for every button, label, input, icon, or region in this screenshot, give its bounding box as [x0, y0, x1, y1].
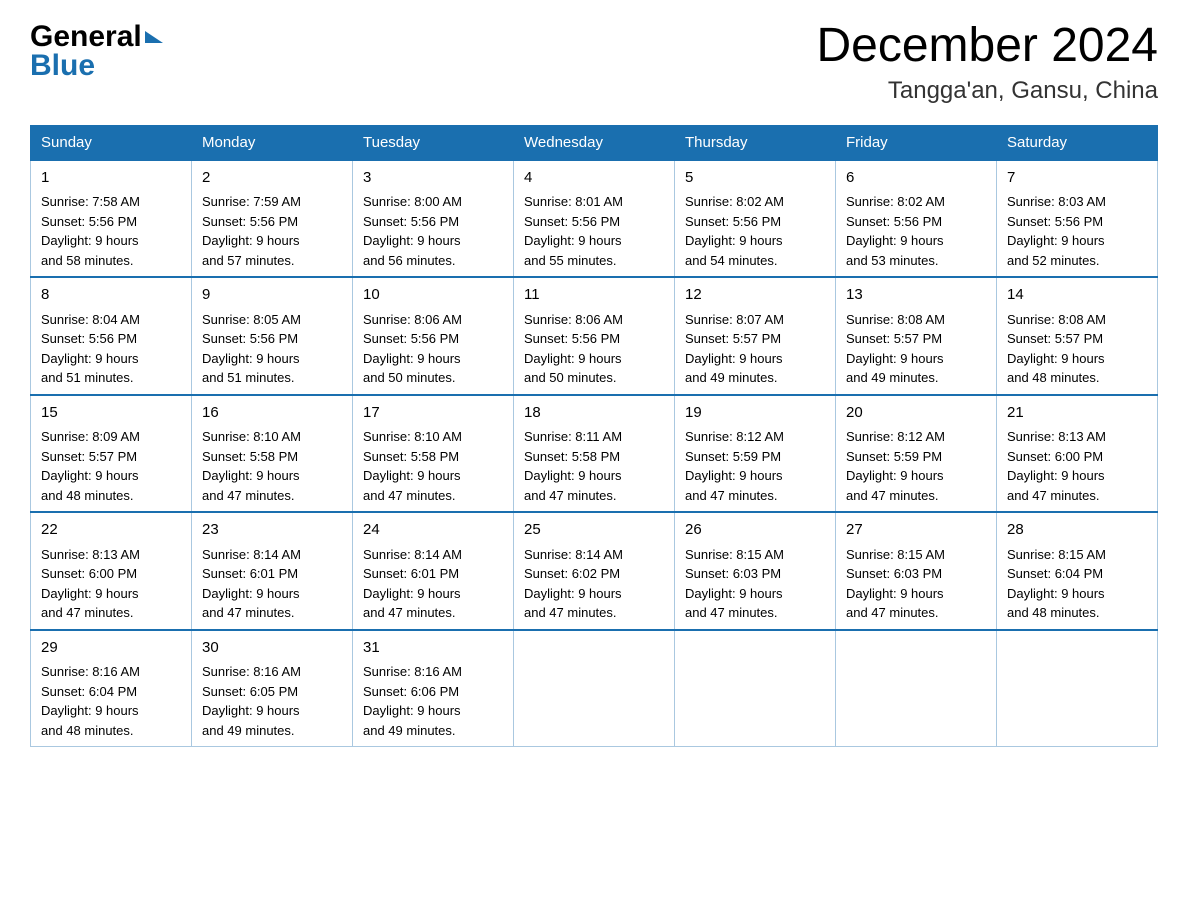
table-row: 24Sunrise: 8:14 AMSunset: 6:01 PMDayligh… — [353, 512, 514, 630]
table-row: 15Sunrise: 8:09 AMSunset: 5:57 PMDayligh… — [31, 395, 192, 513]
day-number: 22 — [41, 519, 181, 542]
col-sunday: Sunday — [31, 125, 192, 160]
day-number: 4 — [524, 167, 664, 190]
calendar-header-row: Sunday Monday Tuesday Wednesday Thursday… — [31, 125, 1158, 160]
table-row: 4Sunrise: 8:01 AMSunset: 5:56 PMDaylight… — [514, 160, 675, 278]
table-row: 29Sunrise: 8:16 AMSunset: 6:04 PMDayligh… — [31, 630, 192, 747]
table-row: 25Sunrise: 8:14 AMSunset: 6:02 PMDayligh… — [514, 512, 675, 630]
day-number: 13 — [846, 284, 986, 307]
page-subtitle: Tangga'an, Gansu, China — [816, 77, 1158, 105]
table-row: 11Sunrise: 8:06 AMSunset: 5:56 PMDayligh… — [514, 277, 675, 395]
table-row: 28Sunrise: 8:15 AMSunset: 6:04 PMDayligh… — [997, 512, 1158, 630]
table-row: 26Sunrise: 8:15 AMSunset: 6:03 PMDayligh… — [675, 512, 836, 630]
table-row: 8Sunrise: 8:04 AMSunset: 5:56 PMDaylight… — [31, 277, 192, 395]
day-number: 15 — [41, 402, 181, 425]
table-row: 22Sunrise: 8:13 AMSunset: 6:00 PMDayligh… — [31, 512, 192, 630]
table-row: 10Sunrise: 8:06 AMSunset: 5:56 PMDayligh… — [353, 277, 514, 395]
day-number: 23 — [202, 519, 342, 542]
table-row: 1Sunrise: 7:58 AMSunset: 5:56 PMDaylight… — [31, 160, 192, 278]
table-row: 16Sunrise: 8:10 AMSunset: 5:58 PMDayligh… — [192, 395, 353, 513]
table-row: 27Sunrise: 8:15 AMSunset: 6:03 PMDayligh… — [836, 512, 997, 630]
day-number: 28 — [1007, 519, 1147, 542]
logo-blue: Blue — [30, 49, 95, 83]
col-friday: Friday — [836, 125, 997, 160]
day-number: 25 — [524, 519, 664, 542]
table-row — [997, 630, 1158, 747]
day-number: 11 — [524, 284, 664, 307]
logo-arrow-icon — [145, 31, 163, 43]
day-number: 21 — [1007, 402, 1147, 425]
table-row: 23Sunrise: 8:14 AMSunset: 6:01 PMDayligh… — [192, 512, 353, 630]
table-row: 30Sunrise: 8:16 AMSunset: 6:05 PMDayligh… — [192, 630, 353, 747]
table-row: 19Sunrise: 8:12 AMSunset: 5:59 PMDayligh… — [675, 395, 836, 513]
table-row: 7Sunrise: 8:03 AMSunset: 5:56 PMDaylight… — [997, 160, 1158, 278]
day-number: 30 — [202, 637, 342, 660]
day-number: 5 — [685, 167, 825, 190]
calendar-table: Sunday Monday Tuesday Wednesday Thursday… — [30, 125, 1158, 748]
table-row: 5Sunrise: 8:02 AMSunset: 5:56 PMDaylight… — [675, 160, 836, 278]
day-number: 17 — [363, 402, 503, 425]
page-header: General Blue December 2024 Tangga'an, Ga… — [30, 20, 1158, 105]
day-number: 7 — [1007, 167, 1147, 190]
day-number: 10 — [363, 284, 503, 307]
day-number: 12 — [685, 284, 825, 307]
day-number: 19 — [685, 402, 825, 425]
day-number: 8 — [41, 284, 181, 307]
day-number: 18 — [524, 402, 664, 425]
table-row: 13Sunrise: 8:08 AMSunset: 5:57 PMDayligh… — [836, 277, 997, 395]
day-number: 3 — [363, 167, 503, 190]
table-row: 6Sunrise: 8:02 AMSunset: 5:56 PMDaylight… — [836, 160, 997, 278]
calendar-week-row: 1Sunrise: 7:58 AMSunset: 5:56 PMDaylight… — [31, 160, 1158, 278]
col-monday: Monday — [192, 125, 353, 160]
day-number: 29 — [41, 637, 181, 660]
table-row: 31Sunrise: 8:16 AMSunset: 6:06 PMDayligh… — [353, 630, 514, 747]
day-number: 16 — [202, 402, 342, 425]
table-row: 21Sunrise: 8:13 AMSunset: 6:00 PMDayligh… — [997, 395, 1158, 513]
page-title: December 2024 — [816, 20, 1158, 73]
table-row: 3Sunrise: 8:00 AMSunset: 5:56 PMDaylight… — [353, 160, 514, 278]
calendar-week-row: 15Sunrise: 8:09 AMSunset: 5:57 PMDayligh… — [31, 395, 1158, 513]
col-wednesday: Wednesday — [514, 125, 675, 160]
day-number: 14 — [1007, 284, 1147, 307]
day-number: 6 — [846, 167, 986, 190]
logo: General Blue — [30, 20, 163, 83]
col-saturday: Saturday — [997, 125, 1158, 160]
table-row: 18Sunrise: 8:11 AMSunset: 5:58 PMDayligh… — [514, 395, 675, 513]
table-row: 17Sunrise: 8:10 AMSunset: 5:58 PMDayligh… — [353, 395, 514, 513]
calendar-week-row: 29Sunrise: 8:16 AMSunset: 6:04 PMDayligh… — [31, 630, 1158, 747]
col-tuesday: Tuesday — [353, 125, 514, 160]
day-number: 2 — [202, 167, 342, 190]
calendar-week-row: 8Sunrise: 8:04 AMSunset: 5:56 PMDaylight… — [31, 277, 1158, 395]
day-number: 31 — [363, 637, 503, 660]
table-row — [514, 630, 675, 747]
day-number: 20 — [846, 402, 986, 425]
col-thursday: Thursday — [675, 125, 836, 160]
table-row: 9Sunrise: 8:05 AMSunset: 5:56 PMDaylight… — [192, 277, 353, 395]
table-row — [675, 630, 836, 747]
title-section: December 2024 Tangga'an, Gansu, China — [816, 20, 1158, 105]
table-row: 12Sunrise: 8:07 AMSunset: 5:57 PMDayligh… — [675, 277, 836, 395]
table-row — [836, 630, 997, 747]
day-number: 9 — [202, 284, 342, 307]
calendar-week-row: 22Sunrise: 8:13 AMSunset: 6:00 PMDayligh… — [31, 512, 1158, 630]
day-number: 27 — [846, 519, 986, 542]
table-row: 2Sunrise: 7:59 AMSunset: 5:56 PMDaylight… — [192, 160, 353, 278]
day-number: 26 — [685, 519, 825, 542]
table-row: 20Sunrise: 8:12 AMSunset: 5:59 PMDayligh… — [836, 395, 997, 513]
day-number: 1 — [41, 167, 181, 190]
day-number: 24 — [363, 519, 503, 542]
table-row: 14Sunrise: 8:08 AMSunset: 5:57 PMDayligh… — [997, 277, 1158, 395]
